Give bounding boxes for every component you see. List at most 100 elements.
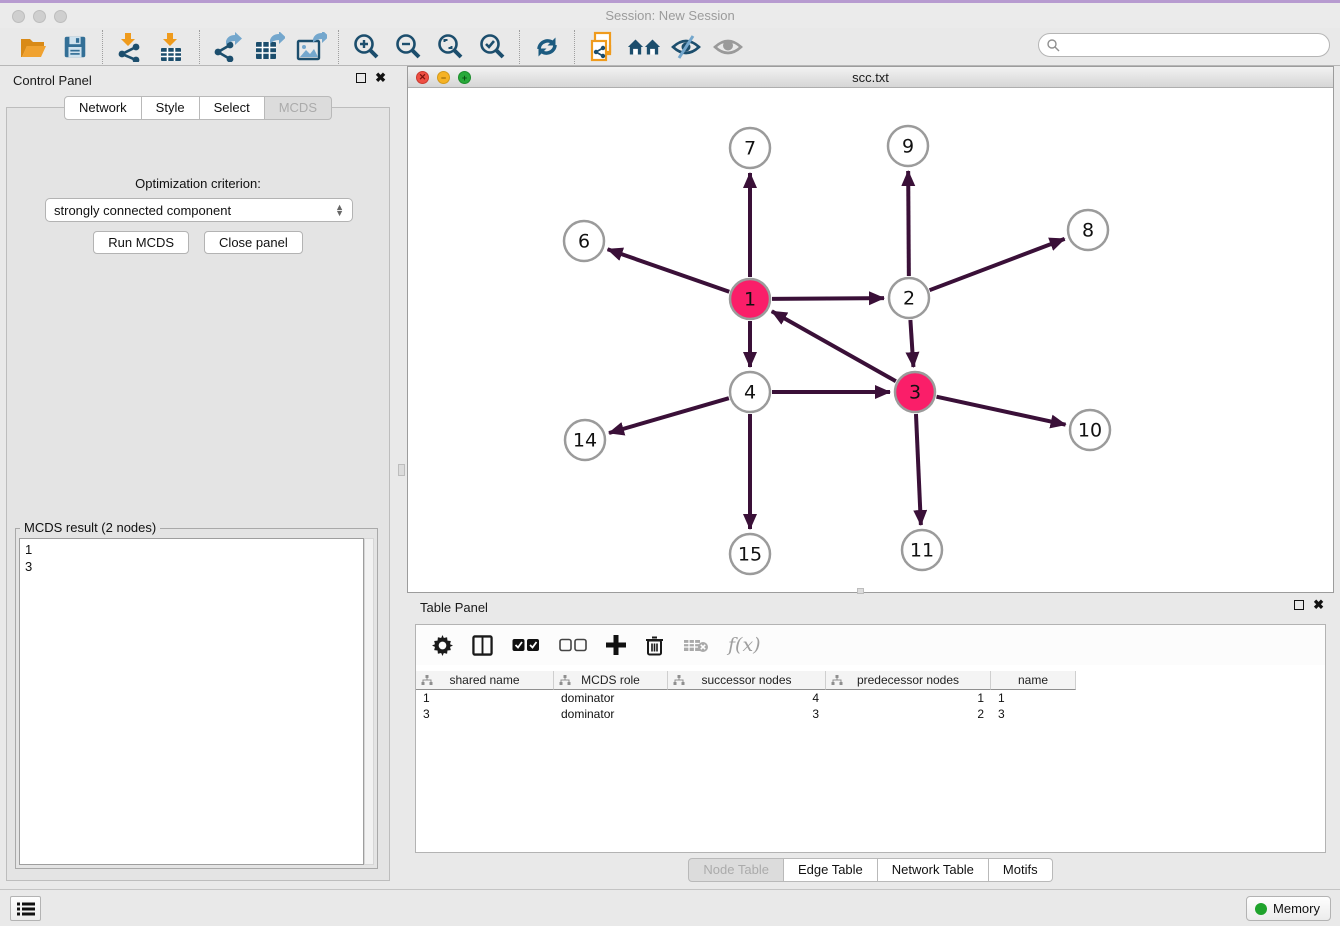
table-cell-predecessor-nodes[interactable]: 1: [826, 691, 991, 705]
criterion-dropdown-value: strongly connected component: [54, 203, 231, 218]
select-all-columns-button[interactable]: [512, 631, 540, 659]
function-builder-button[interactable]: f(x): [728, 631, 761, 659]
table-cell-predecessor-nodes[interactable]: 2: [826, 707, 991, 721]
new-network-from-selection-button[interactable]: [585, 31, 619, 63]
graph-node-label-1: 1: [744, 289, 756, 311]
graph-edge-2-3[interactable]: [910, 320, 913, 367]
network-canvas[interactable]: 7968124314101511: [408, 88, 1333, 592]
unchecked-boxes-icon: [559, 638, 587, 652]
export-network-button[interactable]: [210, 31, 244, 63]
table-cell-MCDS-role[interactable]: dominator: [554, 707, 668, 721]
tab-edge-table[interactable]: Edge Table: [784, 858, 878, 882]
checked-boxes-icon: [512, 638, 540, 652]
table-toolbar: f(x): [416, 625, 1325, 665]
table-row[interactable]: 1dominator411: [416, 690, 1325, 706]
table-cell-name[interactable]: 1: [991, 691, 1076, 705]
search-input[interactable]: [1060, 36, 1329, 54]
network-window-titlebar[interactable]: ✕ − + scc.txt: [408, 67, 1333, 88]
tab-select[interactable]: Select: [200, 96, 265, 120]
delete-columns-button[interactable]: [645, 631, 664, 659]
show-all-button[interactable]: [711, 31, 745, 63]
column-header-label: shared name: [449, 673, 519, 687]
deselect-all-columns-button[interactable]: [559, 631, 587, 659]
attribute-tree-icon: [421, 675, 433, 686]
split-panel-button[interactable]: [472, 631, 493, 659]
column-header-successor-nodes[interactable]: successor nodes: [668, 671, 826, 690]
export-table-icon: [253, 32, 285, 62]
networks-home-button[interactable]: [627, 31, 661, 63]
save-session-button[interactable]: [58, 31, 92, 63]
export-table-button[interactable]: [252, 31, 286, 63]
tab-mcds[interactable]: MCDS: [265, 96, 332, 120]
zoom-selected-button[interactable]: [475, 31, 509, 63]
apply-layout-button[interactable]: [530, 31, 564, 63]
zoom-fit-content-button[interactable]: [433, 31, 467, 63]
column-header-label: MCDS role: [581, 673, 640, 687]
graph-edge-3-1[interactable]: [772, 311, 896, 381]
graph-edge-1-6[interactable]: [608, 249, 730, 291]
control-panel: Control Panel ✖ NetworkStyleSelectMCDS O…: [0, 67, 396, 888]
tab-style[interactable]: Style: [142, 96, 200, 120]
export-network-icon: [212, 32, 242, 62]
tab-node-table[interactable]: Node Table: [688, 858, 784, 882]
import-table-button[interactable]: [155, 31, 189, 63]
mcds-result-scrollbar[interactable]: [364, 538, 374, 865]
vertical-splitter-handle[interactable]: [398, 464, 405, 476]
toolbar-search: [1038, 33, 1330, 57]
create-new-column-button[interactable]: [606, 631, 626, 659]
open-session-button[interactable]: [16, 31, 50, 63]
houses-icon: [627, 33, 661, 61]
tab-network-table[interactable]: Network Table: [878, 858, 989, 882]
column-header-shared-name[interactable]: shared name: [416, 671, 554, 690]
float-panel-icon[interactable]: [356, 73, 366, 83]
hide-selected-button[interactable]: [669, 31, 703, 63]
tab-motifs[interactable]: Motifs: [989, 858, 1053, 882]
graph-edge-2-9[interactable]: [908, 171, 909, 276]
search-icon: [1046, 38, 1060, 52]
control-panel-header: Control Panel ✖: [0, 67, 396, 93]
save-floppy-icon: [61, 33, 89, 61]
mcds-result-fieldset: MCDS result (2 nodes) 1 3: [15, 528, 378, 869]
table-cell-successor-nodes[interactable]: 3: [668, 707, 826, 721]
graph-edge-1-2[interactable]: [772, 298, 884, 299]
graph-edge-3-10[interactable]: [936, 397, 1065, 425]
table-panel-title: Table Panel: [420, 600, 488, 615]
column-header-predecessor-nodes[interactable]: predecessor nodes: [826, 671, 991, 690]
task-history-button[interactable]: [10, 896, 41, 921]
close-panel-icon[interactable]: ✖: [375, 73, 386, 83]
table-cell-name[interactable]: 3: [991, 707, 1076, 721]
delete-table-button[interactable]: [683, 631, 709, 659]
tab-network[interactable]: Network: [64, 96, 142, 120]
plus-icon: [606, 635, 626, 655]
refresh-layout-icon: [532, 32, 562, 62]
table-cell-shared-name[interactable]: 1: [416, 691, 554, 705]
import-network-button[interactable]: [113, 31, 147, 63]
graph-node-label-4: 4: [744, 382, 756, 404]
column-header-MCDS-role[interactable]: MCDS role: [554, 671, 668, 690]
zoom-in-button[interactable]: [349, 31, 383, 63]
title-bar: Session: New Session: [0, 3, 1340, 28]
close-table-panel-icon[interactable]: ✖: [1313, 600, 1324, 610]
criterion-dropdown[interactable]: strongly connected component ▲▼: [45, 198, 353, 222]
graph-edge-2-8[interactable]: [930, 239, 1065, 290]
table-settings-gear-button[interactable]: [432, 631, 453, 659]
memory-button[interactable]: Memory: [1246, 896, 1331, 921]
table-cell-successor-nodes[interactable]: 4: [668, 691, 826, 705]
list-icon: [17, 902, 35, 916]
attribute-tree-icon: [559, 675, 571, 686]
table-cell-MCDS-role[interactable]: dominator: [554, 691, 668, 705]
zoom-out-button[interactable]: [391, 31, 425, 63]
trash-icon: [645, 635, 664, 656]
column-header-name[interactable]: name: [991, 671, 1076, 690]
run-mcds-button[interactable]: Run MCDS: [93, 231, 189, 254]
table-row[interactable]: 3dominator323: [416, 706, 1325, 722]
mcds-result-text[interactable]: 1 3: [19, 538, 364, 865]
export-image-icon: [295, 32, 327, 62]
table-cell-shared-name[interactable]: 3: [416, 707, 554, 721]
float-table-panel-icon[interactable]: [1294, 600, 1304, 610]
export-image-button[interactable]: [294, 31, 328, 63]
close-panel-button[interactable]: Close panel: [204, 231, 303, 254]
graph-edge-3-11[interactable]: [916, 414, 921, 525]
graph-edge-4-14[interactable]: [609, 398, 729, 433]
network-view-window: ✕ − + scc.txt 7968124314101511: [407, 66, 1334, 593]
